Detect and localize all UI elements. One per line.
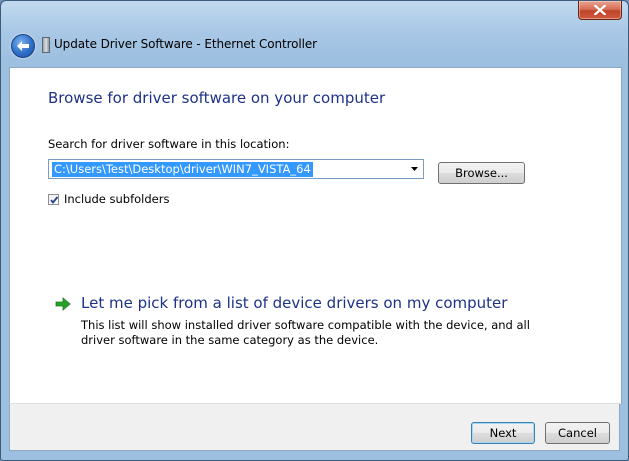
path-input-value[interactable]: C:\Users\Test\Desktop\driver\WIN7_VISTA_… [52, 162, 313, 177]
include-subfolders-checkbox[interactable] [48, 194, 59, 205]
dialog-title: Update Driver Software - Ethernet Contro… [54, 37, 318, 51]
search-location-label: Search for driver software in this locat… [48, 137, 290, 151]
dialog-window: Update Driver Software - Ethernet Contro… [0, 0, 629, 461]
back-button[interactable] [11, 34, 35, 58]
back-arrow-icon [17, 41, 29, 51]
page-heading: Browse for driver software on your compu… [48, 89, 386, 107]
chevron-down-icon [411, 167, 418, 171]
close-icon [594, 5, 606, 15]
path-combobox[interactable]: C:\Users\Test\Desktop\driver\WIN7_VISTA_… [48, 159, 424, 179]
browse-button[interactable]: Browse... [438, 162, 525, 184]
network-adapter-icon [42, 37, 50, 53]
path-dropdown-button[interactable] [406, 160, 423, 178]
next-button[interactable]: Next [471, 422, 535, 444]
title-bar[interactable] [1, 1, 628, 23]
pick-from-list-description: This list will show installed driver sof… [81, 318, 530, 347]
close-button[interactable] [578, 1, 622, 20]
button-bar: Next Cancel [9, 403, 620, 451]
green-arrow-icon [55, 297, 71, 311]
include-subfolders-label[interactable]: Include subfolders [64, 192, 169, 206]
pick-from-list-link[interactable]: Let me pick from a list of device driver… [81, 294, 507, 312]
cancel-button[interactable]: Cancel [545, 422, 610, 444]
content-area: Browse for driver software on your compu… [9, 67, 622, 404]
checkmark-icon [50, 196, 59, 204]
wizard-header: Update Driver Software - Ethernet Contro… [1, 23, 628, 67]
